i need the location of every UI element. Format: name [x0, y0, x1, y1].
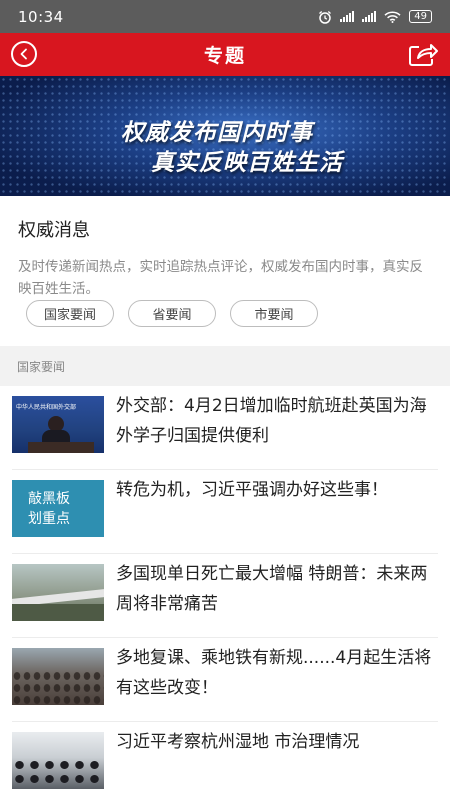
- news-title: 习近平考察杭州湿地 市治理情况: [116, 732, 360, 752]
- wifi-icon: [384, 10, 401, 23]
- signal-icon: [340, 11, 355, 22]
- battery-icon: 49: [409, 10, 432, 23]
- news-item[interactable]: 多地复课、乘地铁有新规......4月起生活将有这些改变！: [0, 638, 450, 722]
- news-title: 外交部：4月2日增加临时航班赴英国为海外学子归国提供便利: [116, 396, 427, 446]
- news-item[interactable]: 敲黑板 划重点 转危为机，习近平强调办好这些事！: [0, 470, 450, 554]
- news-item[interactable]: 习近平考察杭州湿地 市治理情况: [0, 722, 450, 800]
- news-title: 多地复课、乘地铁有新规......4月起生活将有这些改变！: [116, 648, 432, 698]
- tag-row: 国家要闻 省要闻 市要闻: [26, 300, 318, 327]
- news-thumbnail: [12, 564, 104, 621]
- tag-city-news[interactable]: 市要闻: [230, 300, 318, 327]
- topic-banner: 权威发布国内时事 真实反映百姓生活: [0, 76, 450, 196]
- tag-national-news[interactable]: 国家要闻: [26, 300, 114, 327]
- tag-provincial-news[interactable]: 省要闻: [128, 300, 216, 327]
- news-title: 多国现单日死亡最大增幅 特朗普：未来两周将非常痛苦: [116, 564, 428, 614]
- news-title: 转危为机，习近平强调办好这些事！: [116, 480, 388, 500]
- topic-intro: 权威消息 及时传递新闻热点，实时追踪热点评论，权威发布国内时事，真实反映百姓生活…: [0, 196, 450, 346]
- thumb-caption: 敲黑板 划重点: [28, 491, 70, 527]
- section-header: 国家要闻: [0, 346, 450, 386]
- chevron-left-icon: [20, 48, 27, 60]
- status-bar: 10:34 49: [0, 0, 450, 33]
- status-time: 10:34: [18, 7, 64, 26]
- news-item[interactable]: 多国现单日死亡最大增幅 特朗普：未来两周将非常痛苦: [0, 554, 450, 638]
- news-thumbnail: 敲黑板 划重点: [12, 480, 104, 537]
- news-thumbnail: [12, 648, 104, 705]
- share-icon[interactable]: [408, 41, 438, 67]
- app-header: 专题: [0, 33, 450, 76]
- news-thumbnail: [12, 732, 104, 789]
- banner-line-1: 权威发布国内时事: [121, 120, 313, 146]
- news-thumbnail: 中华人民共和国外交部: [12, 396, 104, 453]
- topic-description: 及时传递新闻热点，实时追踪热点评论，权威发布国内时事，真实反映百姓生活。: [18, 259, 423, 297]
- signal-icon: [362, 11, 377, 22]
- status-icons: 49: [318, 10, 432, 24]
- news-item[interactable]: 中华人民共和国外交部 外交部：4月2日增加临时航班赴英国为海外学子归国提供便利: [0, 386, 450, 470]
- banner-line-2: 真实反映百姓生活: [151, 150, 343, 176]
- topic-title: 权威消息: [18, 220, 90, 241]
- thumb-caption: 中华人民共和国外交部: [16, 404, 77, 411]
- page-title: 专题: [203, 45, 246, 67]
- alarm-icon: [319, 10, 332, 24]
- back-button[interactable]: [11, 41, 37, 67]
